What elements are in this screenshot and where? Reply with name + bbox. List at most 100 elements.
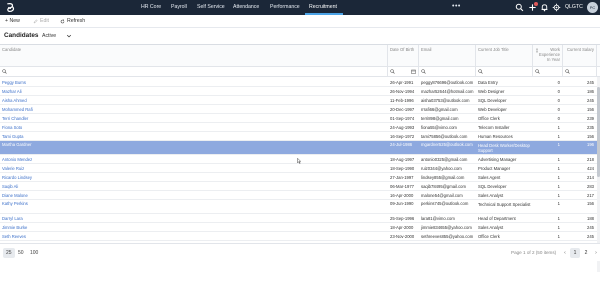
dob-filter-input[interactable] (388, 67, 419, 77)
date-of-birth-cell: 26-Apr-1991 (390, 80, 414, 85)
column-header-dob[interactable]: Date Of Birth (388, 45, 419, 67)
notifications-icon[interactable] (540, 3, 549, 12)
company-selector[interactable]: QLGTC (565, 0, 583, 15)
table-row[interactable]: Aisha Ahmed 11-Feb-1996 aisha03753@outlook… (0, 96, 597, 105)
page-info: Page 1 of 2 (50 items) (511, 250, 557, 255)
candidate-name-cell[interactable]: Aisha Ahmed (0, 96, 388, 105)
column-header-email[interactable]: Email (419, 45, 476, 67)
salary-cell: 245 (587, 225, 594, 230)
table-row[interactable]: Darryl Lara 25-Sep-1996 lara81@vimo.com Hea… (0, 214, 597, 223)
candidate-name-cell[interactable]: Terri Chandler (0, 114, 388, 123)
table-row[interactable]: Peggy Burns 26-Apr-1991 peggy876696@outloo… (0, 78, 597, 87)
search-icon (535, 69, 540, 74)
email-cell: antonio0325@gmail.com (421, 157, 468, 162)
page-size-50[interactable]: 50 (15, 248, 27, 258)
column-header-salary[interactable]: Current Salary (563, 45, 597, 67)
tab-self-service[interactable]: Self Service (197, 0, 225, 15)
salary-cell: 188 (587, 216, 594, 221)
salary-cell: 186 (587, 89, 594, 94)
email-cell: tami75856@outlook.com (421, 134, 468, 139)
experience-cell: 1 (557, 216, 560, 221)
email-cell: peggy876696@outlook.com (421, 80, 474, 85)
tab-performance[interactable]: Performance (270, 0, 300, 15)
table-row[interactable]: Terri Chandler 01-Sep-1974 terri898@gmail.… (0, 114, 597, 123)
candidate-name-cell[interactable]: Martha Gardner (0, 141, 388, 155)
page-1-button[interactable]: 1 (570, 248, 580, 258)
column-header-job-title[interactable]: Current Job Title (476, 45, 533, 67)
date-of-birth-cell: 18-Sep-1990 (390, 166, 415, 171)
edit-icon (33, 19, 38, 24)
job-title-filter-input[interactable] (476, 67, 533, 77)
candidate-filter-input[interactable] (0, 67, 388, 77)
page-size-25[interactable]: 25 (3, 248, 15, 258)
email-cell: mgardner525@outlook.com (421, 142, 473, 147)
date-of-birth-cell: 24-Aug-1993 (390, 125, 415, 130)
salary-cell: 245 (587, 98, 594, 103)
email-cell: lindsey855@gmail.com (421, 175, 465, 180)
candidate-name-cell[interactable]: Darryl Lara (0, 214, 388, 223)
candidate-name-cell[interactable]: Valerie Ruiz (0, 164, 388, 173)
table-row[interactable]: Valerie Ruiz 18-Sep-1990 ruiz0344@yahoo.co… (0, 164, 597, 173)
prev-page-button[interactable]: ‹ (560, 248, 570, 258)
table-row[interactable]: Jimmie Burke 18-Apr-2000 jimmie834655@yaho… (0, 223, 597, 232)
new-button[interactable]: + New (5, 15, 20, 28)
candidate-name-cell[interactable]: Ricardo Lindsey (0, 173, 388, 182)
tab-attendance[interactable]: Attendance (233, 0, 259, 15)
table-row[interactable]: Mohammed Rafi 20-Dec-1997 rrrafi66@gmail.c… (0, 105, 597, 114)
refresh-button[interactable]: Refresh (67, 15, 85, 28)
next-page-button[interactable]: › (591, 248, 600, 258)
table-row[interactable]: Kathy Perkins 09-Jun-1990 perkins745@outlo… (0, 200, 597, 214)
notification-badge (534, 2, 538, 6)
candidate-name-cell[interactable]: Saqib Ali (0, 182, 388, 191)
table-row[interactable]: Fiona Soto 24-Aug-1993 fiona55@vimo.com Tel… (0, 123, 597, 132)
candidate-name-cell[interactable]: Tami Gupta (0, 132, 388, 141)
edit-button[interactable]: Edit (40, 15, 49, 28)
user-avatar[interactable]: PC (587, 2, 598, 13)
settings-icon[interactable] (552, 3, 561, 12)
table-row[interactable]: Mazhar Ali 26-Nov-1994 mazhar52644@hotmail… (0, 87, 597, 96)
search-icon[interactable] (515, 3, 524, 12)
sort-icon[interactable] (535, 48, 539, 53)
tab-payroll[interactable]: Payroll (171, 0, 187, 15)
candidate-name-cell[interactable]: Seth Reeves (0, 232, 388, 241)
table-row[interactable]: Ricardo Lindsey 27-Jan-1997 lindsey855@gma… (0, 173, 597, 182)
app-logo-icon[interactable] (5, 2, 16, 13)
candidate-name-cell[interactable]: Peggy Burns (0, 78, 388, 87)
candidate-name-cell[interactable]: Mohammed Rafi (0, 105, 388, 114)
experience-cell: 1 (557, 225, 560, 230)
calendar-icon[interactable] (411, 69, 416, 74)
candidate-name-cell[interactable]: Jimmie Burke (0, 223, 388, 232)
table-row[interactable]: Diane Malone 16-Apr-2000 malone54@gmail.co… (0, 191, 597, 200)
table-row[interactable]: Saqib Ali 06-Mar-1977 saqib78495@gmail.com… (0, 182, 597, 191)
page-2-button[interactable]: 2 (581, 248, 591, 258)
email-filter-input[interactable] (419, 67, 476, 77)
search-icon (478, 69, 483, 74)
salary-filter-input[interactable] (563, 67, 597, 77)
experience-cell: 1 (557, 175, 560, 180)
chevron-down-icon[interactable] (66, 33, 72, 39)
salary-cell: 217 (587, 193, 594, 198)
pager: 25 50 100 Page 1 of 2 (50 items) ‹ 1 2 › (0, 243, 600, 261)
more-tabs-button[interactable]: ••• (452, 0, 461, 15)
column-header-candidate[interactable]: Candidate (0, 45, 388, 67)
candidate-name-cell[interactable]: Kathy Perkins (0, 200, 388, 214)
page-size-100[interactable]: 100 (27, 248, 41, 258)
search-icon (2, 69, 7, 74)
candidate-name-cell[interactable]: Diane Malone (0, 191, 388, 200)
job-title-cell: Telecom Installer (478, 125, 510, 130)
table-row[interactable]: Seth Reeves 23-Nov-2000 sethreeves855@yaho… (0, 232, 597, 241)
salary-cell: 156 (587, 201, 594, 206)
candidate-name-cell[interactable]: Fiona Soto (0, 123, 388, 132)
tab-hr-core[interactable]: HR Core (141, 0, 161, 15)
date-of-birth-cell: 16-Apr-2000 (390, 193, 414, 198)
experience-cell: 0 (557, 80, 560, 85)
date-of-birth-cell: 26-Nov-1994 (390, 89, 415, 94)
status-filter-dropdown[interactable]: Active (42, 29, 56, 43)
experience-filter-input[interactable] (533, 67, 563, 77)
table-row[interactable]: Martha Gardner 24-Jul-1986 mgardner525@out… (0, 141, 597, 155)
filter-row (0, 67, 600, 77)
email-cell: fiona55@vimo.com (421, 125, 457, 130)
table-row[interactable]: Tami Gupta 16-Sep-1972 tami75856@outlook.c… (0, 132, 597, 141)
candidate-name-cell[interactable]: Antonio Mendez (0, 155, 388, 164)
candidate-name-cell[interactable]: Mazhar Ali (0, 87, 388, 96)
